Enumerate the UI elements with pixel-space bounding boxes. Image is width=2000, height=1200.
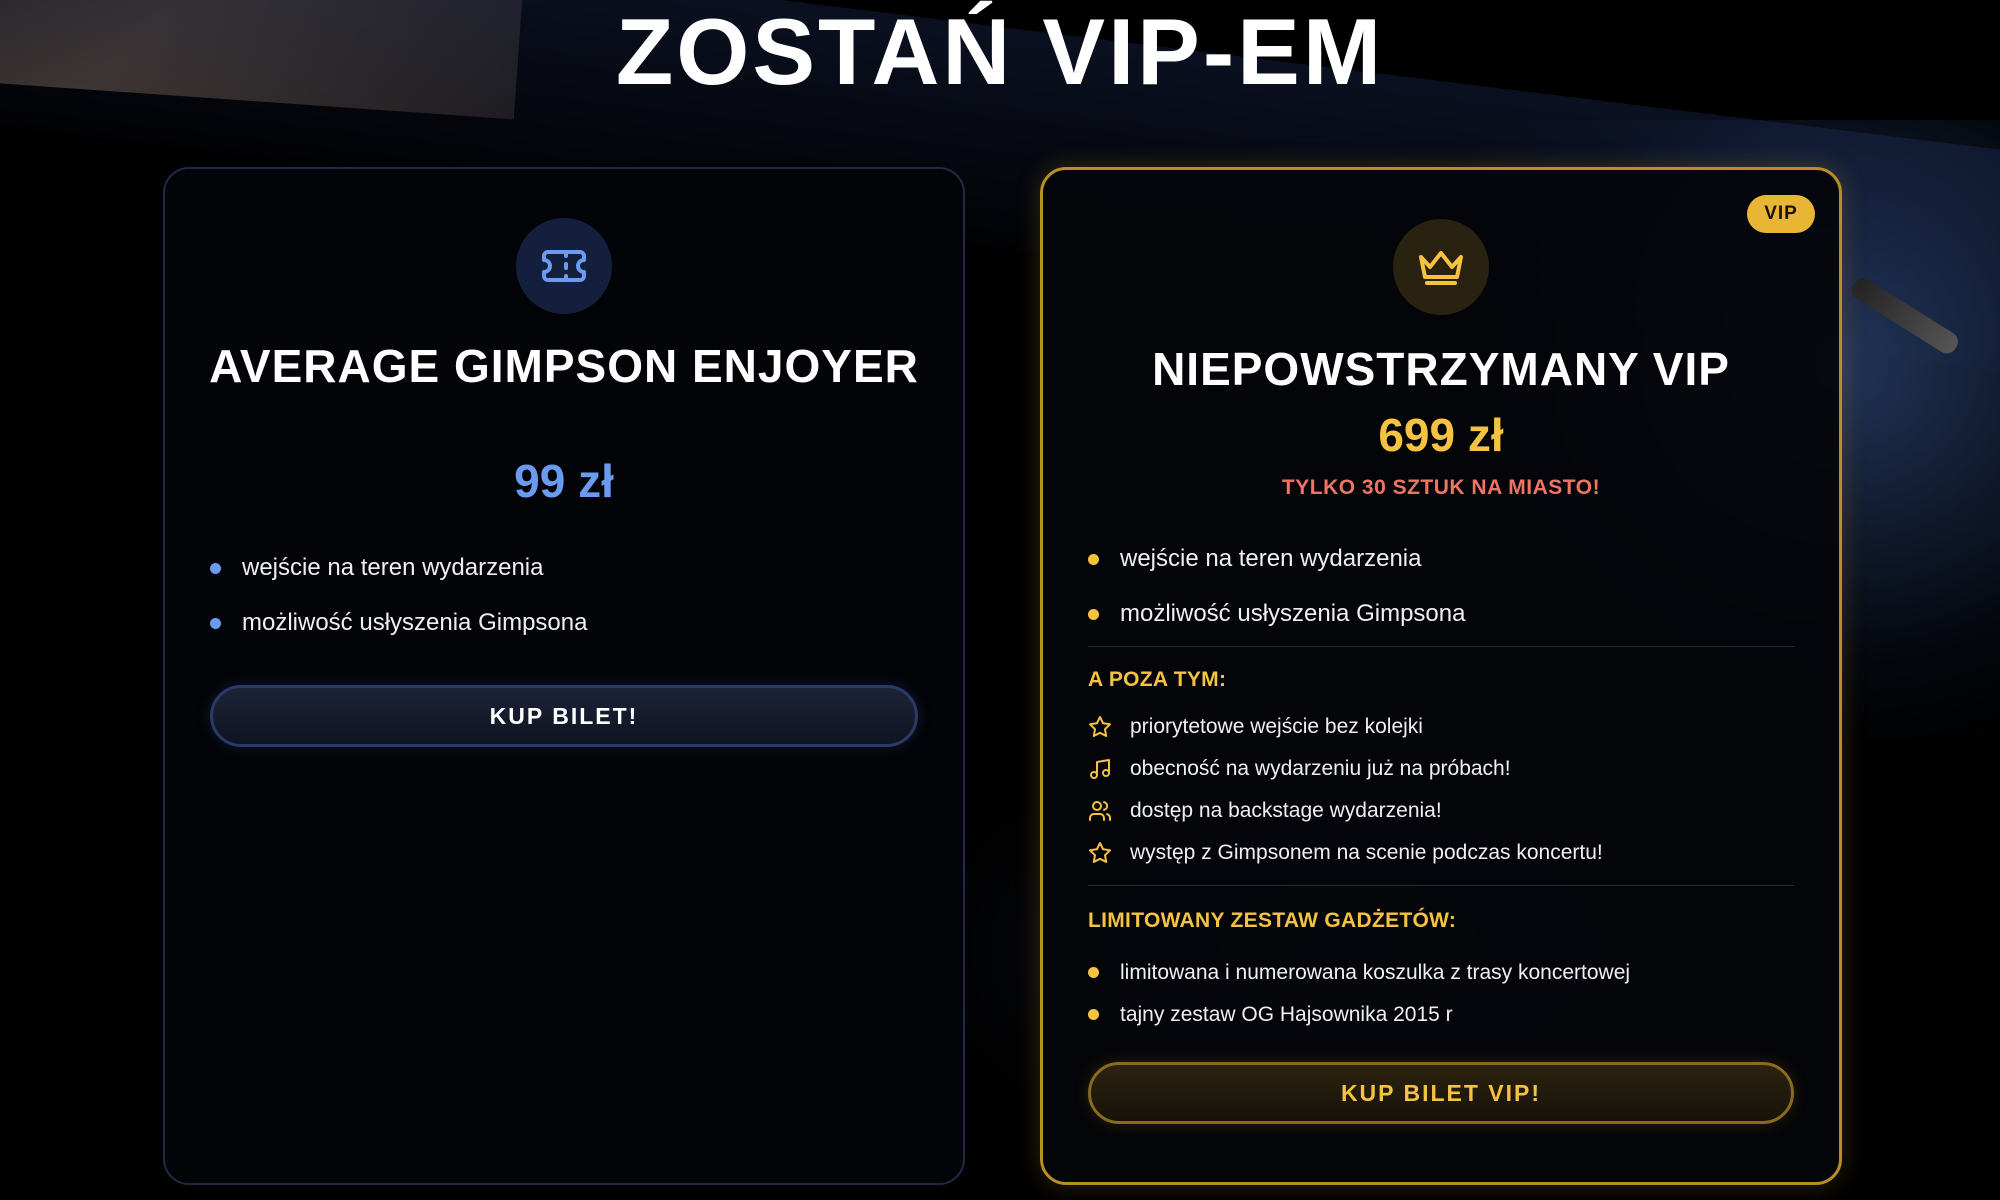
bullet-dot-icon bbox=[1088, 554, 1099, 565]
page-title: ZOSTAŃ VIP-EM bbox=[615, 0, 1385, 104]
extra-item: dostęp na backstage wydarzenia! bbox=[1088, 797, 1794, 839]
plan-price: 99 zł bbox=[514, 455, 614, 507]
extras-heading: A POZA TYM: bbox=[1088, 668, 1227, 691]
star-icon bbox=[1089, 716, 1111, 737]
vip-badge: VIP bbox=[1747, 195, 1815, 233]
limited-availability-note: TYLKO 30 SZTUK NA MIASTO! bbox=[1281, 476, 1601, 499]
divider bbox=[1088, 646, 1794, 647]
crown-icon bbox=[1393, 219, 1489, 315]
buy-vip-ticket-button[interactable]: KUP BILET VIP! bbox=[1088, 1062, 1794, 1124]
feature-item: wejście na teren wydarzenia bbox=[210, 552, 918, 607]
feature-text: wejście na teren wydarzenia bbox=[242, 554, 544, 581]
extra-text: priorytetowe wejście bez kolejki bbox=[1130, 715, 1423, 738]
extra-item: obecność na wydarzeniu już na próbach! bbox=[1088, 755, 1794, 797]
gadgets-list: limitowana i numerowana koszulka z trasy… bbox=[1088, 957, 1794, 1041]
extras-list: priorytetowe wejście bez kolejki obecnoś… bbox=[1088, 713, 1794, 881]
extra-text: dostęp na backstage wydarzenia! bbox=[1130, 799, 1442, 822]
extra-item: występ z Gimpsonem na scenie podczas kon… bbox=[1088, 839, 1794, 881]
feature-text: wejście na teren wydarzenia bbox=[1120, 545, 1422, 572]
feature-item: możliwość usłyszenia Gimpsona bbox=[1088, 598, 1794, 653]
plan-name: AVERAGE GIMPSON ENJOYER bbox=[209, 340, 919, 392]
ticket-icon bbox=[516, 218, 612, 314]
star-icon bbox=[1089, 842, 1111, 863]
feature-list: wejście na teren wydarzenia możliwość us… bbox=[210, 552, 918, 662]
bullet-dot-icon bbox=[210, 563, 221, 574]
plan-card-basic: AVERAGE GIMPSON ENJOYER 99 zł wejście na… bbox=[163, 167, 965, 1185]
extra-text: występ z Gimpsonem na scenie podczas kon… bbox=[1130, 841, 1603, 864]
extra-item: priorytetowe wejście bez kolejki bbox=[1088, 713, 1794, 755]
gadgets-heading: LIMITOWANY ZESTAW GADŻETÓW: bbox=[1088, 909, 1457, 932]
bullet-dot-icon bbox=[1088, 1009, 1099, 1020]
feature-item: wejście na teren wydarzenia bbox=[1088, 543, 1794, 598]
feature-item: możliwość usłyszenia Gimpsona bbox=[210, 607, 918, 662]
divider bbox=[1088, 885, 1794, 886]
gadget-text: limitowana i numerowana koszulka z trasy… bbox=[1120, 961, 1631, 984]
gadget-item: tajny zestaw OG Hajsownika 2015 r bbox=[1088, 999, 1794, 1041]
music-note-icon bbox=[1090, 759, 1110, 779]
feature-list: wejście na teren wydarzenia możliwość us… bbox=[1088, 543, 1794, 653]
feature-text: możliwość usłyszenia Gimpsona bbox=[242, 609, 588, 636]
extra-text: obecność na wydarzeniu już na próbach! bbox=[1130, 757, 1511, 780]
users-icon bbox=[1089, 801, 1112, 821]
plan-card-vip: VIP NIEPOWSTRZYMANY VIP 699 zł TYLKO 30 … bbox=[1040, 167, 1842, 1185]
plan-name: NIEPOWSTRZYMANY VIP bbox=[1152, 343, 1730, 395]
gadget-text: tajny zestaw OG Hajsownika 2015 r bbox=[1120, 1003, 1453, 1026]
bullet-dot-icon bbox=[1088, 609, 1099, 620]
gadget-item: limitowana i numerowana koszulka z trasy… bbox=[1088, 957, 1794, 999]
feature-text: możliwość usłyszenia Gimpsona bbox=[1120, 600, 1466, 627]
bullet-dot-icon bbox=[210, 618, 221, 629]
buy-ticket-button[interactable]: KUP BILET! bbox=[210, 685, 918, 747]
plan-price: 699 zł bbox=[1378, 409, 1504, 461]
bullet-dot-icon bbox=[1088, 967, 1099, 978]
